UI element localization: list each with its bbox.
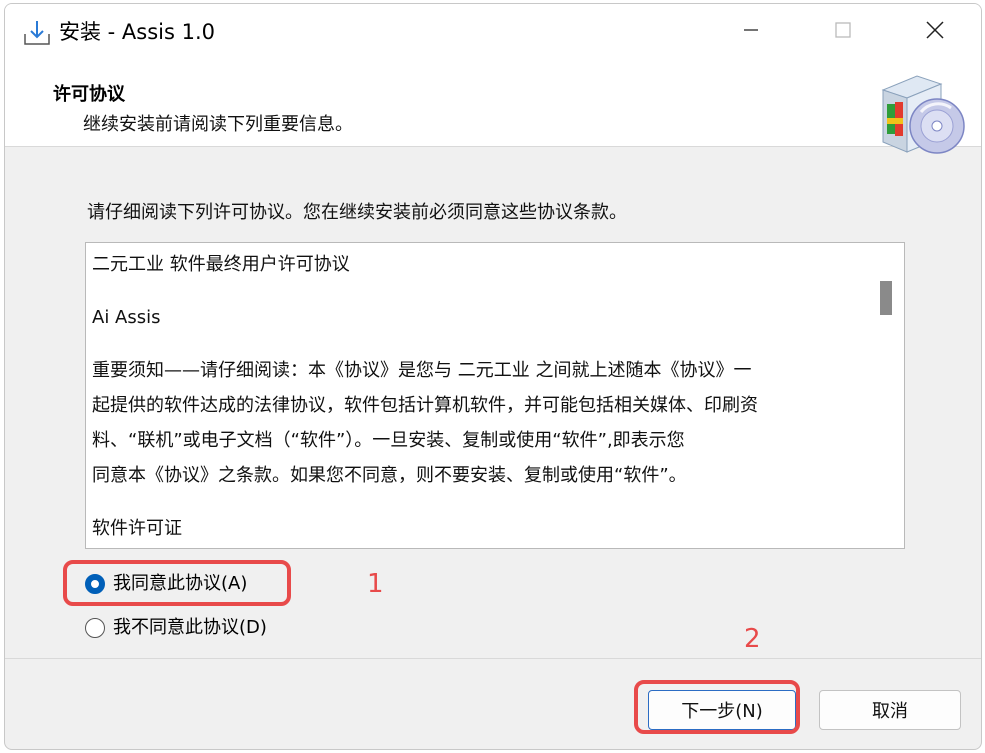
minimize-button[interactable] xyxy=(705,4,797,60)
radio-unselected-icon[interactable] xyxy=(85,618,105,638)
decline-agreement-label[interactable]: 我不同意此协议(D) xyxy=(113,614,267,642)
license-text: 二元工业 软件最终用户许可协议 Ai Assis 重要须知——请仔细阅读：本《协… xyxy=(92,247,862,546)
close-icon xyxy=(925,20,945,44)
installer-window: 安装 - Assis 1.0 许可协议 继续安装前请阅读下列重要信息。 请仔细阅… xyxy=(4,3,982,750)
license-instruction: 请仔细阅读下列许可协议。您在继续安装前必须同意这些协议条款。 xyxy=(87,202,627,223)
title-bar: 安装 - Assis 1.0 xyxy=(5,4,981,60)
maximize-button[interactable] xyxy=(797,4,889,60)
annotation-marker-1: 1 xyxy=(367,569,384,599)
close-button[interactable] xyxy=(889,4,981,60)
window-title: 安装 - Assis 1.0 xyxy=(59,20,216,44)
cancel-button[interactable]: 取消 xyxy=(819,690,961,730)
page-subtitle: 继续安装前请阅读下列重要信息。 xyxy=(83,114,353,135)
page-title: 许可协议 xyxy=(53,84,125,105)
license-line: 重要须知——请仔细阅读：本《协议》是您与 二元工业 之间就上述随本《协议》一 xyxy=(92,360,752,381)
license-line: 起提供的软件达成的法律协议，软件包括计算机软件，并可能包括相关媒体、印刷资 xyxy=(92,395,758,416)
decline-agreement-radio[interactable]: 我不同意此协议(D) xyxy=(85,614,267,642)
license-product: Ai Assis xyxy=(92,307,161,328)
license-section-heading: 软件许可证 xyxy=(92,518,182,539)
footer-divider xyxy=(5,658,981,659)
maximize-icon xyxy=(834,21,852,43)
license-scrollbar[interactable] xyxy=(870,243,904,548)
annotation-highlight-1 xyxy=(63,560,291,606)
license-line: 同意本《协议》之条款。如果您不同意，则不要安装、复制或使用“软件”。 xyxy=(92,465,687,486)
license-textbox[interactable]: 二元工业 软件最终用户许可协议 Ai Assis 重要须知——请仔细阅读：本《协… xyxy=(85,242,905,549)
license-heading: 二元工业 软件最终用户许可协议 xyxy=(92,254,350,275)
license-line: 料、“联机”或电子文档（“软件”）。一旦安装、复制或使用“软件”,即表示您 xyxy=(92,430,685,451)
annotation-marker-2: 2 xyxy=(744,624,761,654)
minimize-icon xyxy=(742,21,760,43)
scroll-thumb[interactable] xyxy=(880,281,892,315)
page-header: 许可协议 继续安装前请阅读下列重要信息。 xyxy=(5,60,981,154)
installer-icon xyxy=(21,18,53,48)
annotation-highlight-2 xyxy=(634,680,800,734)
setup-box-cd-icon xyxy=(877,68,967,156)
